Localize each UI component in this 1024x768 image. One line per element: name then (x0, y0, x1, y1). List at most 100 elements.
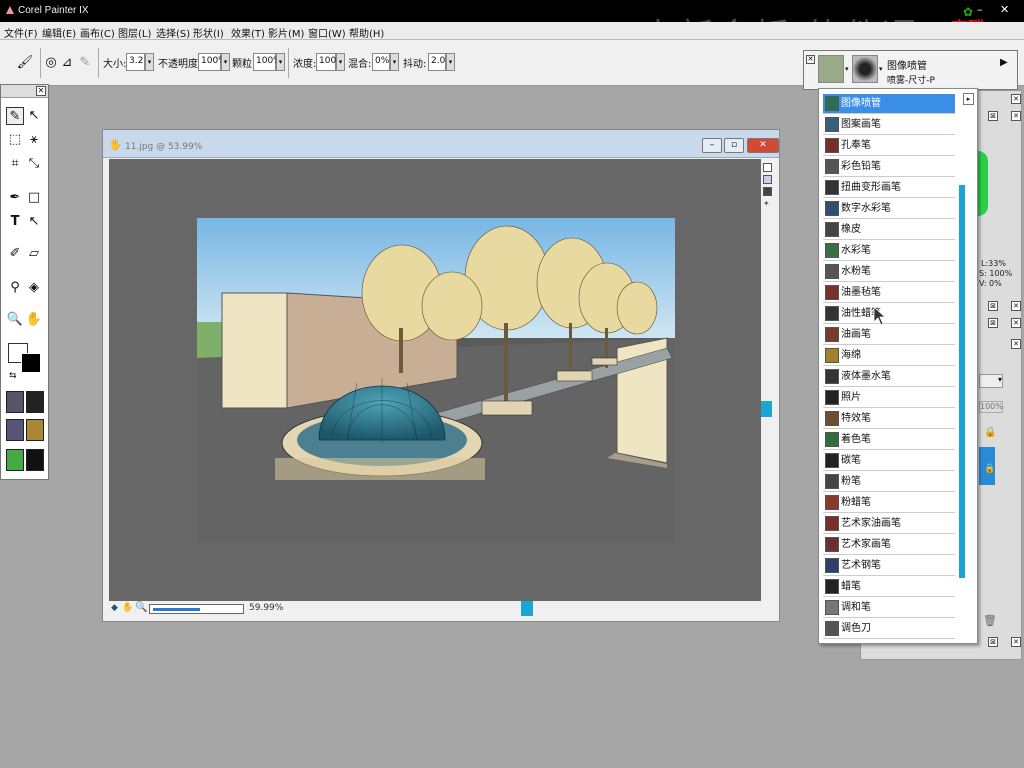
shape-select-icon[interactable]: ↖ (25, 213, 43, 231)
close-icon[interactable]: ✕ (1011, 94, 1021, 104)
magic-wand-icon[interactable]: ⚹ (25, 131, 43, 149)
layer-opacity-field[interactable]: 100% (979, 401, 1003, 413)
menu-edit[interactable]: 编辑(E) (42, 25, 76, 40)
menu-help[interactable]: 帮助(H) (349, 25, 384, 40)
chevron-right-icon[interactable]: ▸ (963, 93, 974, 105)
brush-category-item[interactable]: 海绵 (823, 346, 955, 366)
menu-select[interactable]: 选择(S) (156, 25, 190, 40)
brush-category-item[interactable]: 碳笔 (823, 451, 955, 471)
jitter-stepper[interactable]: ▾ (446, 53, 455, 71)
jitter-field[interactable]: 2.00 (428, 53, 451, 71)
brush-category-item[interactable]: 数字水彩笔 (823, 199, 955, 219)
zoom-slider[interactable] (149, 604, 244, 614)
resat-field[interactable]: 100% (316, 53, 345, 71)
dropdown-scrollbar[interactable] (959, 185, 965, 578)
close-icon[interactable]: ✕ (1011, 339, 1021, 349)
panel-toggle-icon[interactable]: ⊠ (988, 637, 998, 647)
layer-adjuster-icon[interactable]: ↖ (25, 107, 43, 125)
scroll-up-button[interactable] (763, 163, 772, 172)
menu-movie[interactable]: 影片(M) (268, 25, 304, 40)
transform-icon[interactable]: ⤡ (25, 155, 43, 173)
size-field[interactable]: 3.2 (126, 53, 145, 71)
brush-variant-icon[interactable] (852, 55, 878, 83)
tracing-icon[interactable]: ✦ (763, 199, 772, 208)
zoom-icon[interactable]: 🔍 (135, 602, 147, 613)
brush-category-icon[interactable] (818, 55, 844, 83)
brush-category-item[interactable]: 水彩笔 (823, 241, 955, 261)
dab-settings-icon[interactable]: ✎ (76, 54, 94, 72)
brush-tool-icon[interactable]: 🖌 (16, 54, 34, 72)
brush-category-item[interactable]: 橡皮 (823, 220, 955, 240)
canvas-area[interactable] (109, 159, 761, 601)
weaving-selector-icon[interactable] (26, 419, 44, 441)
chevron-down-icon[interactable]: ▾ (879, 65, 883, 73)
brush-category-item[interactable]: 艺术家画笔 (823, 535, 955, 555)
doc-restore-button[interactable]: ▫ (724, 138, 744, 153)
swap-colors-icon[interactable]: ⇆ (9, 371, 17, 381)
brush-category-item[interactable]: 照片 (823, 388, 955, 408)
horizontal-scroll-thumb[interactable] (521, 601, 533, 616)
dab-angle-icon[interactable]: ⊿ (58, 54, 76, 72)
panel-toggle-icon[interactable]: ⊠ (988, 111, 998, 121)
brush-category-item[interactable]: 扭曲变形画笔 (823, 178, 955, 198)
brush-category-item[interactable]: 液体墨水笔 (823, 367, 955, 387)
menu-effects[interactable]: 效果(T) (231, 25, 265, 40)
close-icon[interactable]: ✕ (36, 86, 46, 96)
resat-stepper[interactable]: ▾ (336, 53, 345, 71)
nozzle-selector-icon[interactable] (6, 449, 24, 471)
scroll-thumb[interactable] (761, 401, 772, 417)
brush-category-item[interactable]: 艺术家油画笔 (823, 514, 955, 534)
rect-select-icon[interactable]: ⬚ (6, 131, 24, 149)
view-mode-icon[interactable] (763, 175, 772, 184)
additional-color-swatch[interactable] (21, 353, 41, 373)
gradient-selector-icon[interactable] (26, 391, 44, 413)
close-icon[interactable]: ✕ (1011, 637, 1021, 647)
brush-category-item[interactable]: 调色刀 (823, 619, 955, 639)
look-selector-icon[interactable] (26, 449, 44, 471)
brush-category-item[interactable]: 艺术钢笔 (823, 556, 955, 576)
brush-category-item[interactable]: 油性蜡笔 (823, 304, 955, 324)
brush-category-item[interactable]: 特效笔 (823, 409, 955, 429)
paint-bucket-icon[interactable]: ◈ (25, 279, 43, 297)
grain-stepper[interactable]: ▾ (276, 53, 285, 71)
panel-toggle-icon[interactable]: ⊠ (988, 318, 998, 328)
doc-minimize-button[interactable]: – (702, 138, 722, 153)
paper-selector-icon[interactable] (6, 391, 24, 413)
menu-shapes[interactable]: 形状(I) (193, 25, 224, 40)
bleed-stepper[interactable]: ▾ (390, 53, 399, 71)
doc-close-button[interactable]: ✕ (747, 138, 779, 153)
brush-category-item[interactable]: 彩色铅笔 (823, 157, 955, 177)
close-icon[interactable]: ✕ (1000, 3, 1009, 16)
opacity-stepper[interactable]: ▾ (221, 53, 230, 71)
crop-icon[interactable]: ⌗ (6, 155, 24, 173)
minimize-icon[interactable]: – (977, 3, 983, 16)
menu-window[interactable]: 窗口(W) (308, 25, 346, 40)
play-arrow-icon[interactable]: ▶ (1000, 57, 1008, 68)
pattern-selector-icon[interactable] (6, 419, 24, 441)
dropper-icon[interactable]: ⚲ (6, 279, 24, 297)
rectangle-shape-icon[interactable]: □ (25, 189, 43, 207)
menu-layers[interactable]: 图层(L) (118, 25, 151, 40)
color-wheel[interactable] (978, 151, 988, 216)
vertical-scrollbar[interactable]: ✦ (761, 159, 775, 601)
close-icon[interactable]: ✕ (806, 55, 815, 64)
magnifier-icon[interactable]: 🔍 (6, 311, 24, 329)
brush-category-item[interactable]: 图案画笔 (823, 115, 955, 135)
size-stepper[interactable]: ▾ (145, 53, 154, 71)
brush-category-item[interactable]: 孔奉笔 (823, 136, 955, 156)
opacity-field[interactable]: 100% (198, 53, 227, 71)
cloner-icon[interactable]: ✐ (6, 245, 24, 263)
close-icon[interactable]: ✕ (1011, 111, 1021, 121)
brush-category-item[interactable]: 粉笔 (823, 472, 955, 492)
grabber-hand-icon[interactable]: ✋ (25, 311, 43, 329)
close-icon[interactable]: ✕ (1011, 301, 1021, 311)
grabber-icon[interactable]: ✋ (122, 603, 133, 613)
lock-icon[interactable]: 🔒 (984, 427, 996, 438)
pen-icon[interactable]: ✒ (6, 189, 24, 207)
grain-field[interactable]: 100% (253, 53, 282, 71)
brush-category-item[interactable]: 粉蜡笔 (823, 493, 955, 513)
menu-file[interactable]: 文件(F) (4, 25, 38, 40)
panel-toggle-icon[interactable]: ⊠ (988, 301, 998, 311)
brush-category-item[interactable]: 油画笔 (823, 325, 955, 345)
layer-dropdown[interactable]: ▾ (979, 374, 1003, 388)
